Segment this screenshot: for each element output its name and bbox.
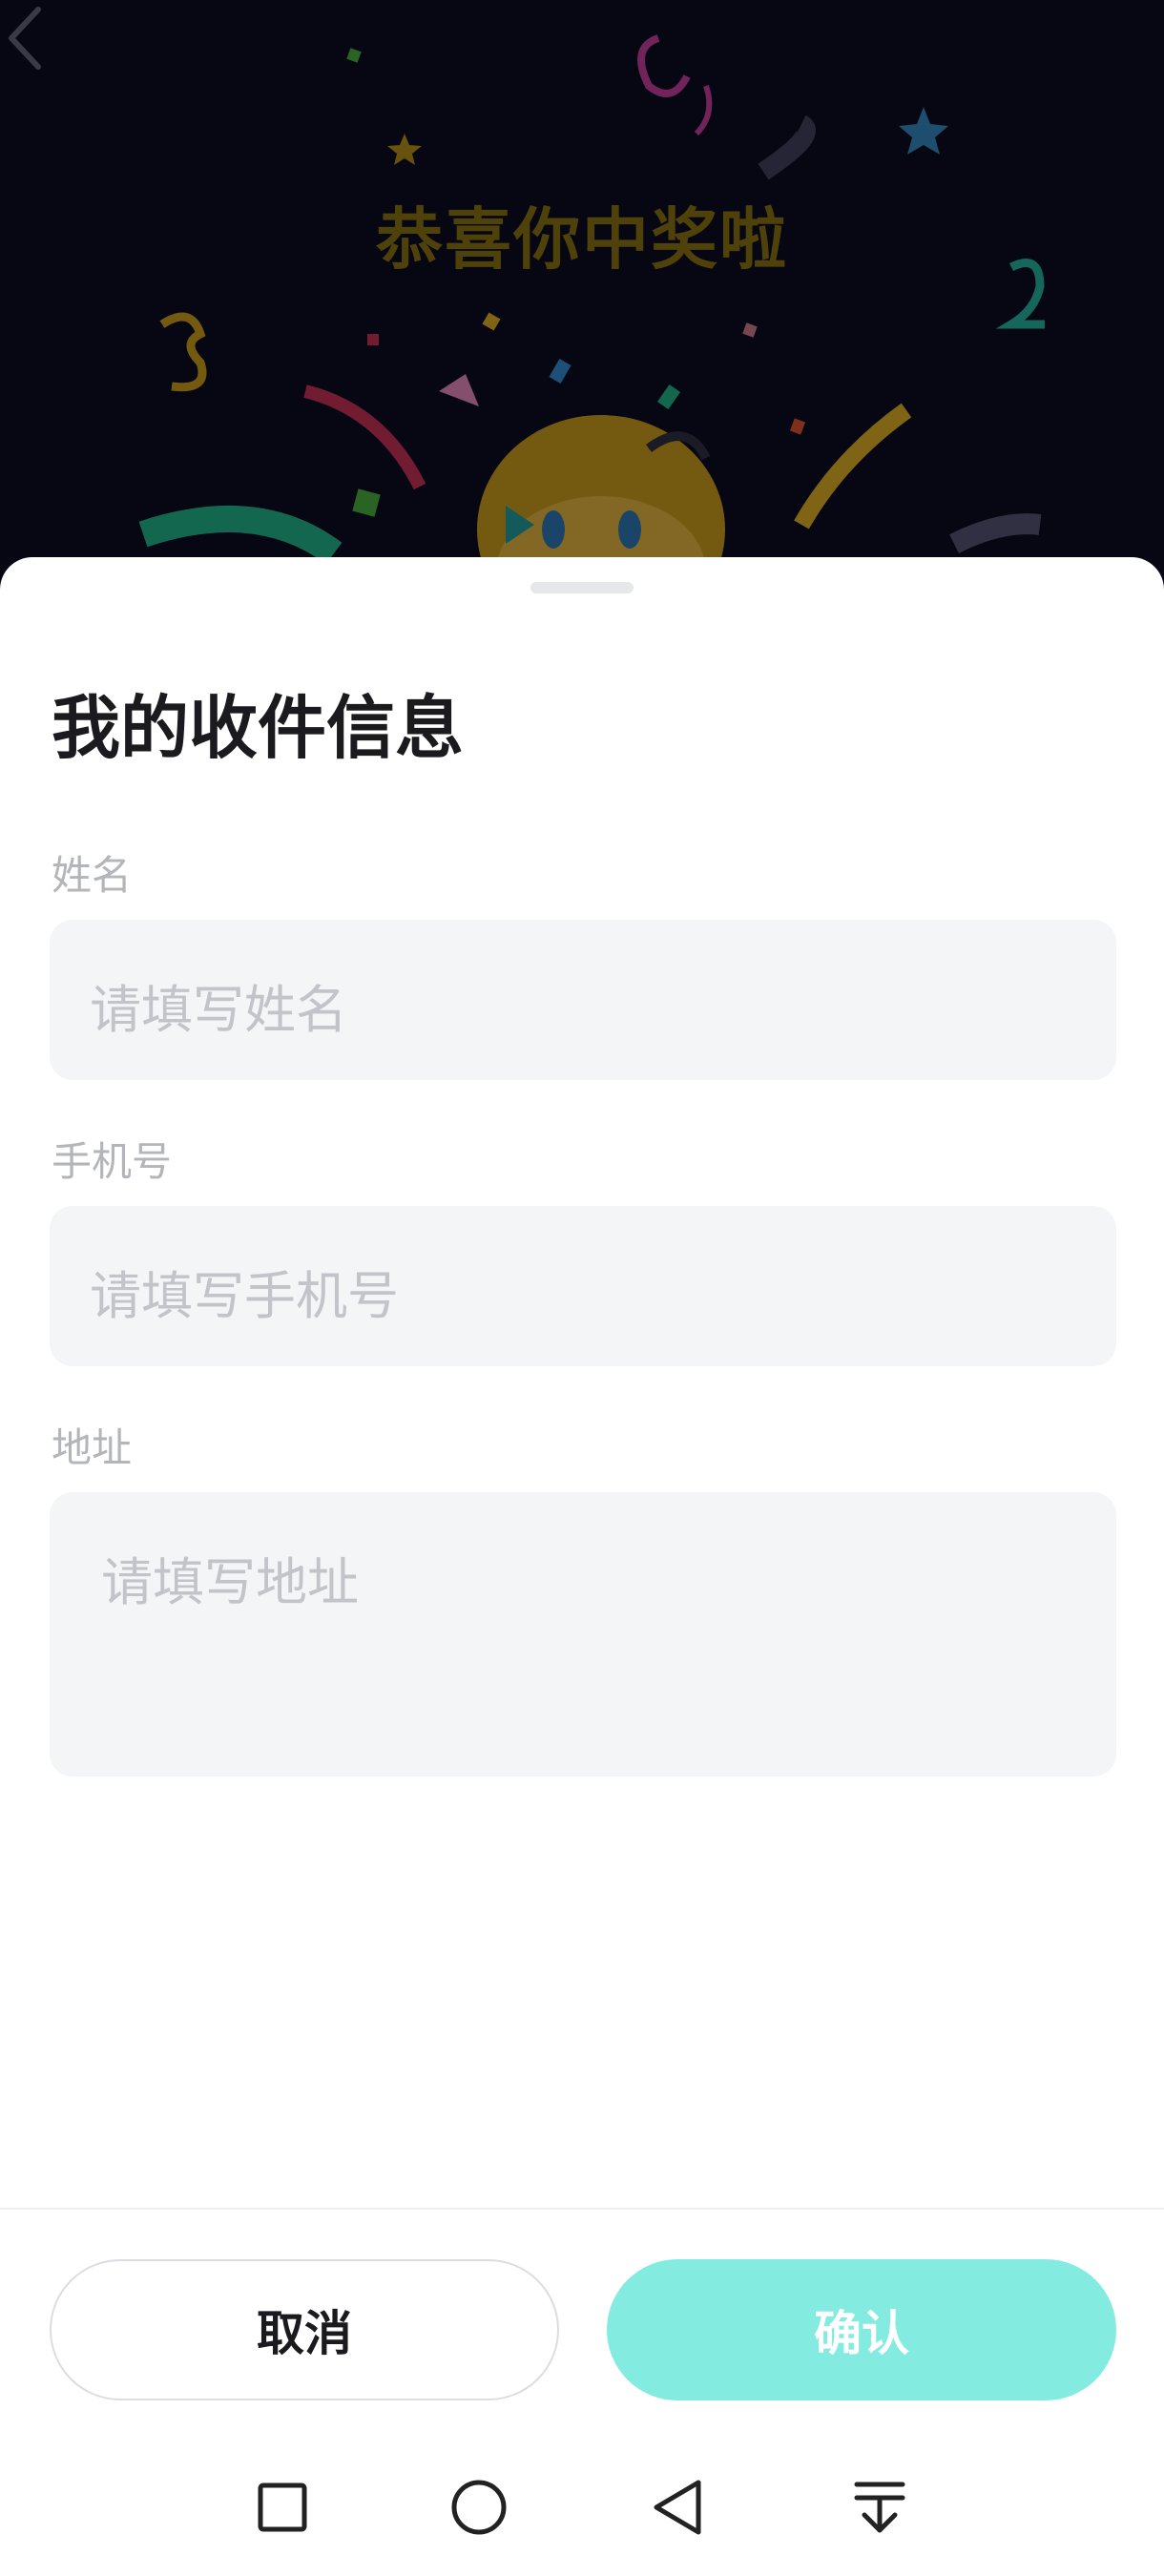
sheet-title: 我的收件信息 xyxy=(52,688,465,768)
pull-down-icon[interactable] xyxy=(842,2469,918,2545)
screen: 恭喜你中奖啦 我的收件信息 姓名 请填写姓名 手机号 请填写手机号 地址 请填写… xyxy=(0,0,1164,2576)
address-sheet: 我的收件信息 姓名 请填写姓名 手机号 请填写手机号 地址 请填写地址 取消 确… xyxy=(0,557,1164,2576)
address-label: 地址 xyxy=(52,1424,133,1471)
drag-handle[interactable] xyxy=(530,582,634,593)
triangle-back-icon[interactable] xyxy=(641,2469,717,2545)
phone-label: 手机号 xyxy=(52,1138,173,1185)
square-icon[interactable] xyxy=(244,2469,321,2545)
name-placeholder: 请填写姓名 xyxy=(90,980,347,1040)
name-input[interactable]: 请填写姓名 xyxy=(50,920,1116,1080)
address-placeholder: 请填写地址 xyxy=(101,1552,359,1612)
cancel-button[interactable]: 取消 xyxy=(50,2259,559,2400)
confirm-button[interactable]: 确认 xyxy=(607,2259,1116,2400)
address-textarea[interactable]: 请填写地址 xyxy=(50,1492,1116,1776)
footer-divider xyxy=(0,2208,1164,2210)
phone-input[interactable]: 请填写手机号 xyxy=(50,1206,1116,1366)
circle-icon[interactable] xyxy=(441,2469,517,2545)
system-nav-bar xyxy=(0,2442,1164,2576)
name-label: 姓名 xyxy=(52,852,133,899)
phone-placeholder: 请填写手机号 xyxy=(90,1266,399,1326)
